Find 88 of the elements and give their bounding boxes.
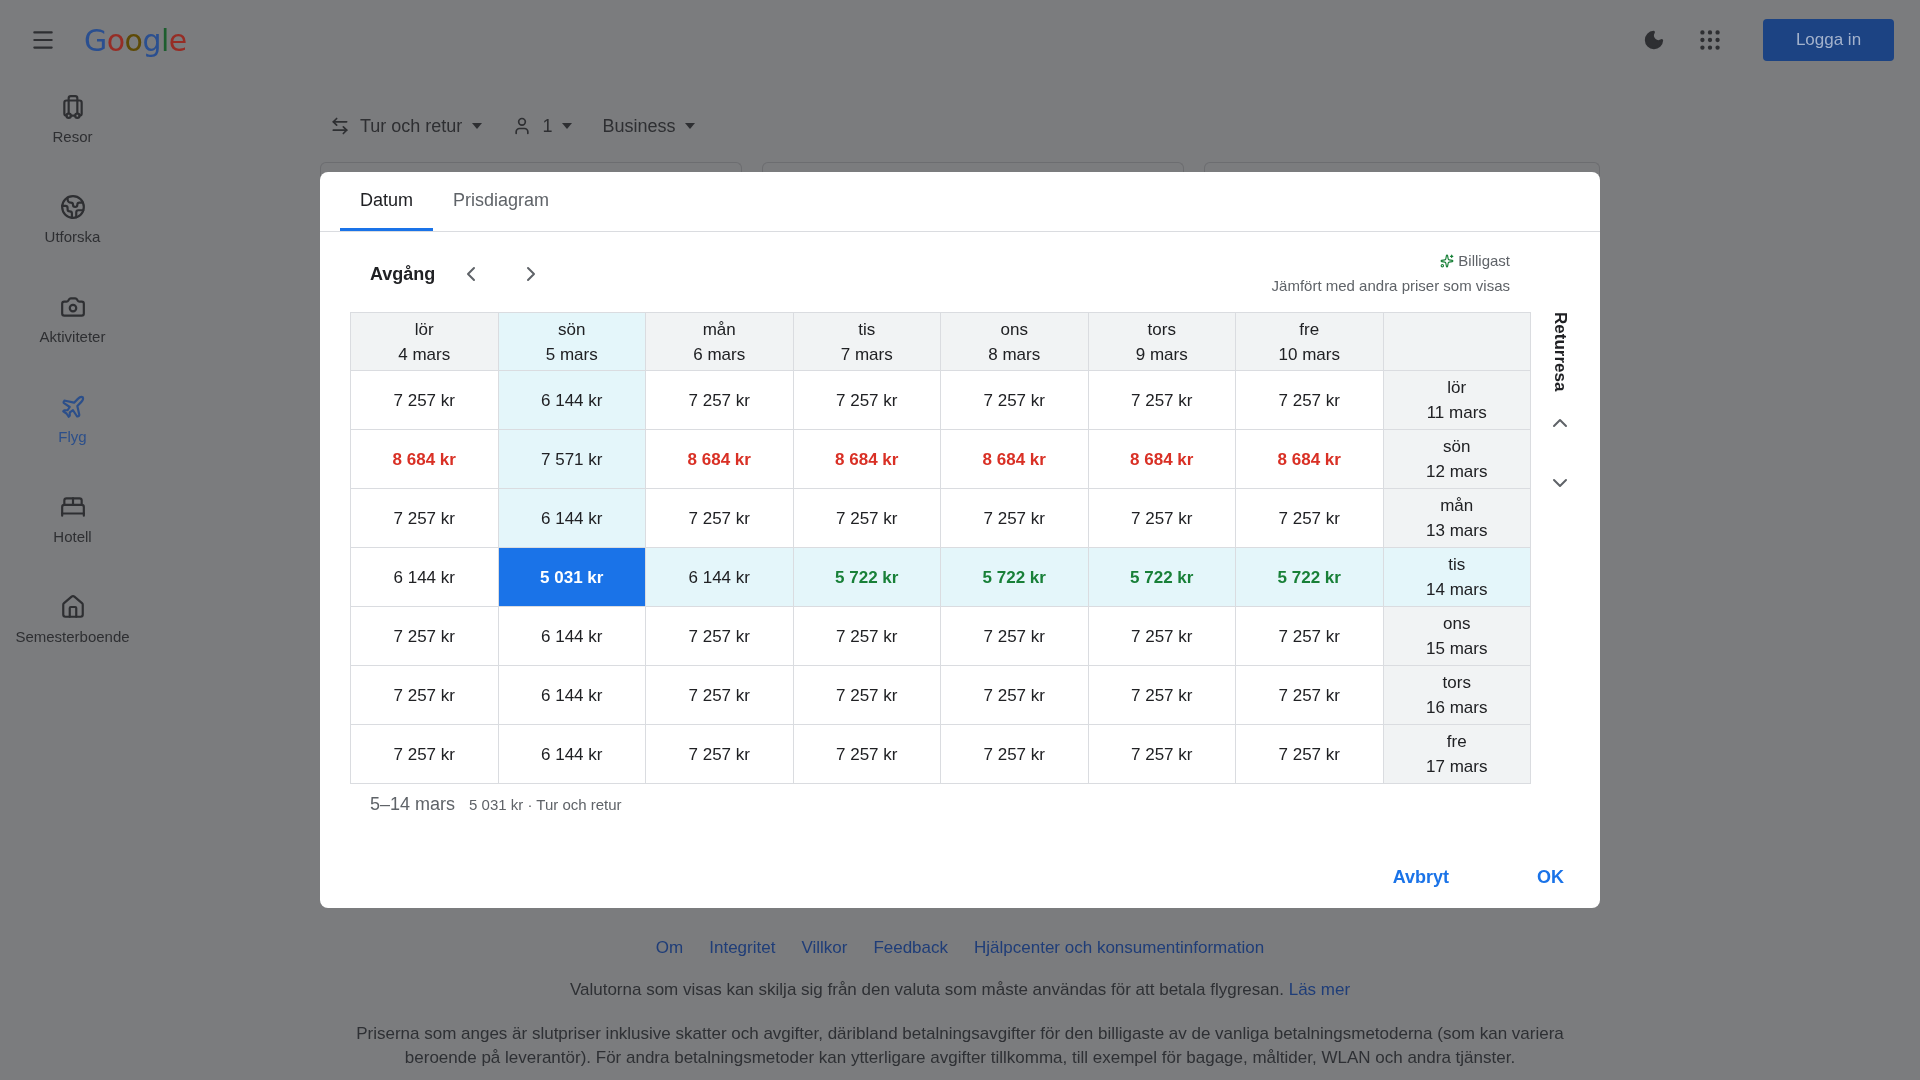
price-cell[interactable]: 7 257 kr [646,489,794,548]
price-cell[interactable]: 6 144 kr [498,725,646,784]
row-header[interactable]: fre 17 mars [1383,725,1531,784]
price-cell[interactable]: 7 257 kr [793,666,941,725]
price-cell[interactable]: 7 257 kr [941,666,1089,725]
price-cell[interactable]: 7 257 kr [351,666,499,725]
legend-note: Jämfört med andra priser som visas [1271,277,1510,294]
price-cell[interactable]: 6 144 kr [646,548,794,607]
price-cell[interactable]: 7 257 kr [1236,725,1384,784]
price-cell[interactable]: 7 257 kr [941,725,1089,784]
row-header[interactable]: lör 11 mars [1383,371,1531,430]
price-cell[interactable]: 6 144 kr [498,666,646,725]
price-cell[interactable]: 7 257 kr [793,371,941,430]
price-cell[interactable]: 5 722 kr [941,548,1089,607]
column-header[interactable]: tors 9 mars [1088,313,1236,371]
price-cell[interactable]: 6 144 kr [498,607,646,666]
apps-icon[interactable] [1697,27,1723,53]
explore-icon [59,194,86,220]
price-cell[interactable]: 8 684 kr [646,430,794,489]
price-cell[interactable]: 7 257 kr [1088,489,1236,548]
price-cell[interactable]: 8 684 kr [793,430,941,489]
row-header[interactable]: sön 12 mars [1383,430,1531,489]
column-header[interactable]: lör 4 mars [351,313,499,371]
price-cell[interactable]: 7 257 kr [1088,666,1236,725]
price-cell[interactable]: 7 257 kr [351,607,499,666]
price-cell[interactable]: 6 144 kr [498,489,646,548]
caret-icon [562,123,573,129]
price-cell[interactable]: 7 257 kr [793,489,941,548]
moon-icon[interactable] [1643,29,1665,51]
return-label: Returresa [1550,312,1570,392]
bed-icon [59,494,86,520]
camera-icon [59,294,86,320]
price-cell[interactable]: 7 257 kr [646,725,794,784]
row-header[interactable]: ons 15 mars [1383,607,1531,666]
tab[interactable]: Datum [340,172,433,231]
row-header[interactable]: tors 16 mars [1383,666,1531,725]
home-icon [59,594,86,620]
column-header[interactable]: ons 8 mars [941,313,1089,371]
swap-arrows-icon [330,116,350,136]
price-cell[interactable]: 7 257 kr [646,371,794,430]
price-cell[interactable]: 7 257 kr [1236,489,1384,548]
departure-label: Avgång [370,264,436,285]
price-cell[interactable]: 7 257 kr [351,725,499,784]
price-cell[interactable]: 5 031 kr [498,548,646,607]
price-cell[interactable]: 5 722 kr [1088,548,1236,607]
price-cell[interactable]: 5 722 kr [1236,548,1384,607]
price-cell[interactable]: 7 257 kr [941,607,1089,666]
sign-in-button[interactable]: Logga in [1763,19,1894,61]
price-cell[interactable]: 5 722 kr [793,548,941,607]
row-header[interactable]: mån 13 mars [1383,489,1531,548]
price-cell[interactable]: 6 144 kr [498,371,646,430]
price-cell[interactable]: 7 257 kr [793,725,941,784]
price-cell[interactable]: 7 571 kr [498,430,646,489]
price-cell[interactable]: 7 257 kr [351,489,499,548]
plane-icon [59,394,86,420]
selected-dates: 5–14 mars [370,794,456,815]
price-cell[interactable]: 7 257 kr [941,489,1089,548]
column-header[interactable]: fre 10 mars [1236,313,1384,371]
price-cell[interactable]: 7 257 kr [646,607,794,666]
price-cell[interactable]: 7 257 kr [1236,371,1384,430]
column-header[interactable]: mån 6 mars [646,313,794,371]
column-header[interactable]: tis 7 mars [793,313,941,371]
caret-icon [685,123,696,129]
price-note: Priserna som anges är slutpriser inklusive skatter och avgifter, däribland betalningsavgifter för den billigaste av de vanliga betalningsmetoderna (som kan variera beroende på leverantör). För andra betalningsmetoder kan ytterligare avgifter tillkomma, till exempel för bagage, måltider, WLAN och andra tjänster. [355,1023,1565,1069]
price-cell[interactable]: 7 257 kr [793,607,941,666]
tab[interactable]: Prisdiagram [433,172,570,231]
selected-price: 5 031 kr · Tur och retur [469,796,622,813]
price-cell[interactable]: 7 257 kr [1088,371,1236,430]
price-cell[interactable]: 8 684 kr [941,430,1089,489]
price-cell[interactable]: 7 257 kr [1088,725,1236,784]
row-header[interactable]: tis 14 mars [1383,548,1531,607]
price-cell[interactable]: 7 257 kr [1236,607,1384,666]
price-cell[interactable]: 8 684 kr [1236,430,1384,489]
caret-icon [472,123,483,129]
currency-note: Valutorna som visas kan skilja sig från den valuta som måste användas för att betala flygresan. Läs mer [569,979,1351,1001]
dialog-button[interactable]: Avbryt [1376,859,1465,896]
price-cell[interactable]: 8 684 kr [351,430,499,489]
price-cell[interactable]: 7 257 kr [941,371,1089,430]
price-cell[interactable]: 7 257 kr [646,666,794,725]
price-cell[interactable]: 6 144 kr [351,548,499,607]
price-cell[interactable]: 7 257 kr [1088,607,1236,666]
column-header[interactable]: sön 5 mars [498,313,646,371]
legend-label: Billigast [1458,252,1510,269]
price-cell[interactable]: 7 257 kr [1236,666,1384,725]
sparkle-icon [1440,253,1455,268]
price-cell[interactable]: 8 684 kr [1088,430,1236,489]
price-cell[interactable]: 7 257 kr [351,371,499,430]
dialog-button[interactable]: OK [1521,859,1580,896]
